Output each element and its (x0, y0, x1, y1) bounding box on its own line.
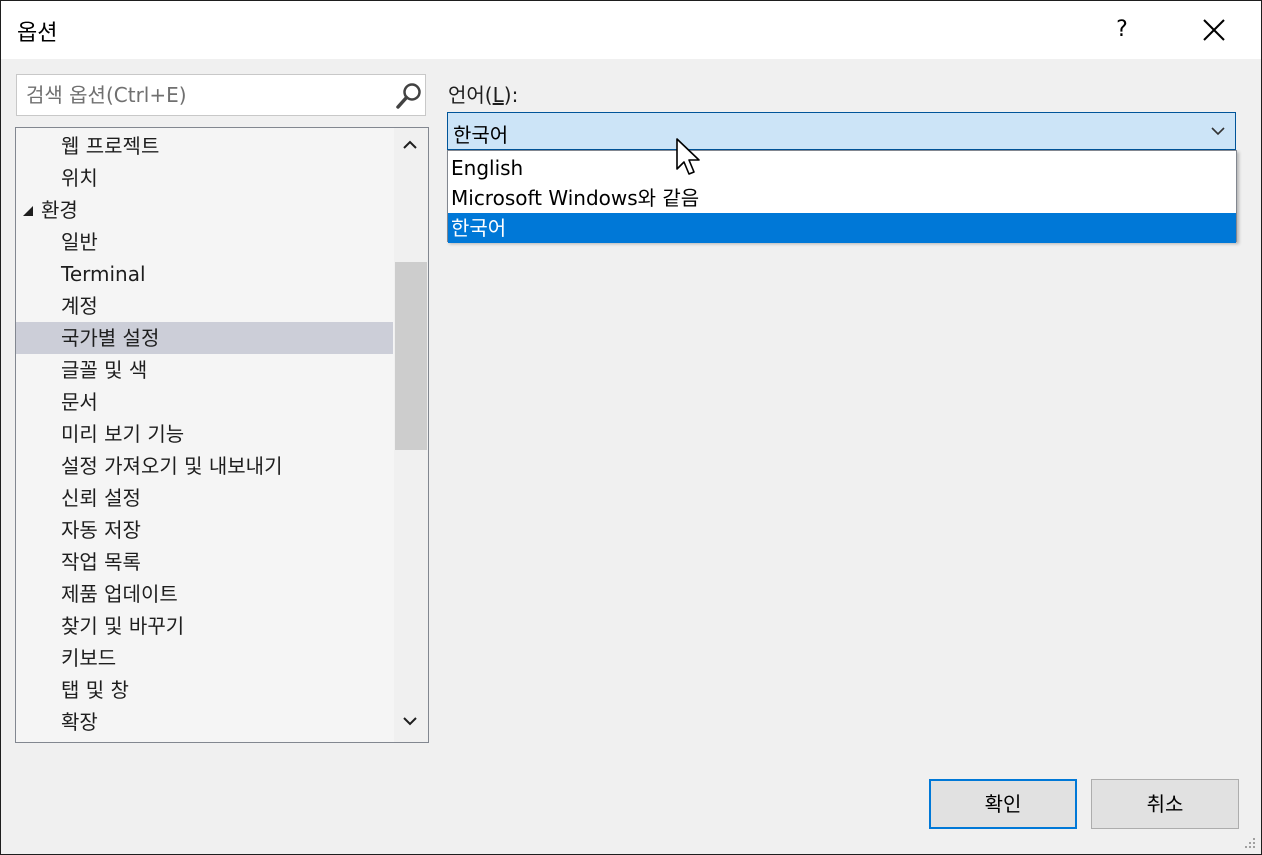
language-option-label: Microsoft Windows와 같음 (451, 186, 700, 210)
tree-item[interactable]: 글꼴 및 색 (16, 354, 393, 386)
tree-item-label: 환경 (41, 198, 78, 222)
tree-item-label: 찾기 및 바꾸기 (61, 614, 185, 638)
tree-item[interactable]: 작업 목록 (16, 546, 393, 578)
tree-item[interactable]: 문서 (16, 386, 393, 418)
scroll-thumb[interactable] (395, 262, 427, 450)
search-icon[interactable] (395, 82, 423, 110)
tree-item-label: 글꼴 및 색 (61, 358, 148, 382)
tree-item[interactable]: 찾기 및 바꾸기 (16, 610, 393, 642)
tree-item-label: 키보드 (61, 646, 117, 670)
tree-item[interactable]: 확장 (16, 706, 393, 738)
tree-item[interactable]: 설정 가져오기 및 내보내기 (16, 450, 393, 482)
language-combobox[interactable]: 한국어 (447, 112, 1236, 150)
tree-item-label: 문서 (61, 390, 98, 414)
tree-item-label: 확장 (61, 710, 98, 734)
language-label: 언어(L): (448, 83, 519, 107)
tree-item-label: 신뢰 설정 (61, 486, 141, 510)
tree-item-label: 작업 목록 (61, 550, 141, 574)
tree-item[interactable]: 키보드 (16, 642, 393, 674)
tree-item[interactable]: 신뢰 설정 (16, 482, 393, 514)
tree-item-label: 웹 프로젝트 (61, 134, 160, 158)
help-button[interactable]: ? (1099, 7, 1145, 53)
tree-scrollbar[interactable] (394, 128, 428, 742)
expand-triangle-icon[interactable] (23, 206, 33, 216)
title-bar: 옵션 ? (1, 1, 1261, 59)
search-box (16, 74, 426, 116)
resize-grip-icon[interactable] (1241, 834, 1257, 850)
tree-item[interactable]: Terminal (16, 258, 393, 290)
tree-item-label: 제품 업데이트 (61, 582, 178, 606)
language-option[interactable]: 한국어 (448, 213, 1236, 243)
tree-item-label: 미리 보기 기능 (61, 422, 185, 446)
close-button[interactable] (1191, 7, 1237, 53)
language-option-label: 한국어 (451, 216, 507, 240)
window-title: 옵션 (17, 21, 58, 46)
language-label-accelerator: L (492, 83, 504, 107)
tree-item[interactable]: 제품 업데이트 (16, 578, 393, 610)
search-input[interactable] (17, 75, 387, 115)
scroll-up-icon[interactable] (403, 140, 417, 150)
tree-item-label: 위치 (61, 166, 98, 190)
ok-button[interactable]: 확인 (929, 779, 1077, 829)
scroll-down-icon[interactable] (403, 716, 417, 726)
tree-item[interactable]: 미리 보기 기능 (16, 418, 393, 450)
tree-item-label: 일반 (61, 230, 98, 254)
tree-item[interactable]: 계정 (16, 290, 393, 322)
tree-item[interactable]: 환경 (16, 194, 393, 226)
tree-item-label: 계정 (61, 294, 98, 318)
language-dropdown-list: English Microsoft Windows와 같음한국어 (447, 150, 1237, 243)
tree-item[interactable]: 자동 저장 (16, 514, 393, 546)
tree-item-label: 국가별 설정 (61, 326, 160, 350)
tree-item[interactable]: 국가별 설정 (16, 322, 393, 354)
language-option-label: English (451, 156, 524, 180)
language-option[interactable]: English (448, 153, 1236, 183)
tree-item[interactable]: 위치 (16, 162, 393, 194)
tree-item-label: 자동 저장 (61, 518, 141, 542)
options-dialog: 옵션 ? 웹 프로젝트위치환경일반 Terminal 계정국가별 설정글꼴 및 색문… (0, 0, 1262, 855)
cancel-button[interactable]: 취소 (1091, 779, 1239, 829)
tree-item[interactable]: 일반 (16, 226, 393, 258)
tree-item-label: 탭 및 창 (61, 678, 129, 702)
chevron-down-icon (1211, 127, 1225, 136)
tree-item[interactable]: 탭 및 창 (16, 674, 393, 706)
options-tree: 웹 프로젝트위치환경일반 Terminal 계정국가별 설정글꼴 및 색문서미리 보… (15, 127, 429, 743)
close-icon (1203, 19, 1225, 41)
tree-item[interactable]: 웹 프로젝트 (16, 130, 393, 162)
mouse-cursor-icon (676, 138, 700, 175)
tree-item-label: 설정 가져오기 및 내보내기 (61, 454, 283, 478)
tree-item-label: Terminal (61, 262, 146, 286)
language-option[interactable]: Microsoft Windows와 같음 (448, 183, 1236, 213)
language-selected-value: 한국어 (453, 123, 509, 147)
